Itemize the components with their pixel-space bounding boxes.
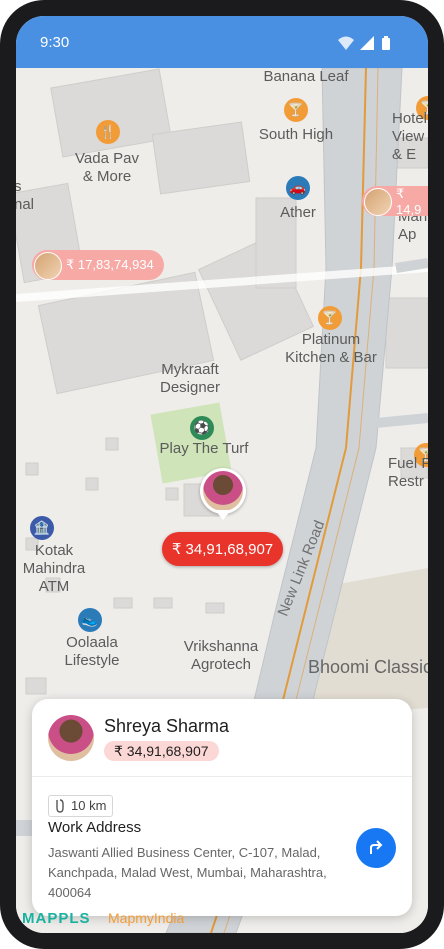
route-icon <box>56 799 64 813</box>
selected-location-pin[interactable] <box>200 468 246 514</box>
shoe-icon[interactable]: 👟 <box>78 608 102 632</box>
poi-hotel[interactable]: Hotel C View Re & E <box>392 110 428 164</box>
distance-badge: 10 km <box>48 795 114 817</box>
poi-bhoomi-classic[interactable]: Bhoomi Classic <box>300 658 428 676</box>
battery-icon <box>382 36 390 50</box>
poi-oolaala[interactable]: Oolaala Lifestyle <box>50 634 134 670</box>
navigate-arrow-icon <box>370 840 383 854</box>
price-pill-right[interactable]: ₹ 14,9 <box>362 186 428 217</box>
address-text: Jaswanti Allied Business Center, C-107, … <box>48 845 327 900</box>
divider <box>32 776 412 777</box>
mapmyindia-logo: MapmyIndia <box>108 910 185 926</box>
soccer-ball-icon[interactable]: ⚽ <box>190 416 214 440</box>
pin-tail <box>215 510 231 520</box>
car-icon[interactable]: 🚗 <box>286 176 310 200</box>
poi-platinum[interactable]: Platinum Kitchen & Bar <box>276 331 386 367</box>
bank-icon[interactable]: 🏦 <box>30 516 54 540</box>
avatar <box>203 471 243 511</box>
screen: 9:30 🍴 🍸 🚗 🍸 ⚽ 🍸 🏦 👟 Banana Leaf Vada Pa… <box>16 16 428 933</box>
poi-banana-leaf[interactable]: Banana Leaf <box>246 68 366 86</box>
poi-south-high[interactable]: South High <box>244 126 348 144</box>
price-pill-left[interactable]: ₹ 17,83,74,934 <box>32 250 164 280</box>
phone-frame: 9:30 🍴 🍸 🚗 🍸 ⚽ 🍸 🏦 👟 Banana Leaf Vada Pa… <box>0 0 444 949</box>
poi-vrikshanna[interactable]: Vrikshanna Agrotech <box>166 638 276 674</box>
cocktail-icon[interactable]: 🍸 <box>318 306 342 330</box>
poi-ather[interactable]: Ather <box>266 204 330 222</box>
selected-price-pill[interactable]: ₹ 34,91,68,907 <box>162 532 283 566</box>
poi-play-the-turf[interactable]: Play The Turf <box>144 440 264 458</box>
poi-fuel[interactable]: Fuel P Restr <box>388 455 428 491</box>
cocktail-icon[interactable]: 🍸 <box>284 98 308 122</box>
wifi-icon <box>338 36 354 50</box>
navigate-button[interactable] <box>356 828 396 868</box>
price-badge: ₹ 34,91,68,907 <box>104 741 219 761</box>
status-time: 9:30 <box>40 34 70 51</box>
avatar <box>48 715 94 761</box>
status-icons <box>338 36 390 50</box>
profile-name: Shreya Sharma <box>104 716 230 736</box>
profile-card[interactable]: Shreya Sharma ₹ 34,91,68,907 10 km Work … <box>32 699 412 916</box>
poi-left-edge[interactable]: s nal <box>16 178 54 214</box>
poi-mykraaft[interactable]: Mykraaft Designer <box>144 361 236 397</box>
avatar <box>34 252 62 280</box>
mappls-logo: MAPPLS <box>22 910 91 927</box>
poi-kotak[interactable]: Kotak Mahindra ATM <box>16 542 96 596</box>
status-bar: 9:30 <box>16 16 428 68</box>
avatar <box>364 188 392 216</box>
address-title: Work Address <box>48 819 142 836</box>
poi-vada-pav[interactable]: Vada Pav & More <box>62 150 152 186</box>
fork-knife-icon[interactable]: 🍴 <box>96 120 120 144</box>
signal-icon <box>360 36 374 50</box>
